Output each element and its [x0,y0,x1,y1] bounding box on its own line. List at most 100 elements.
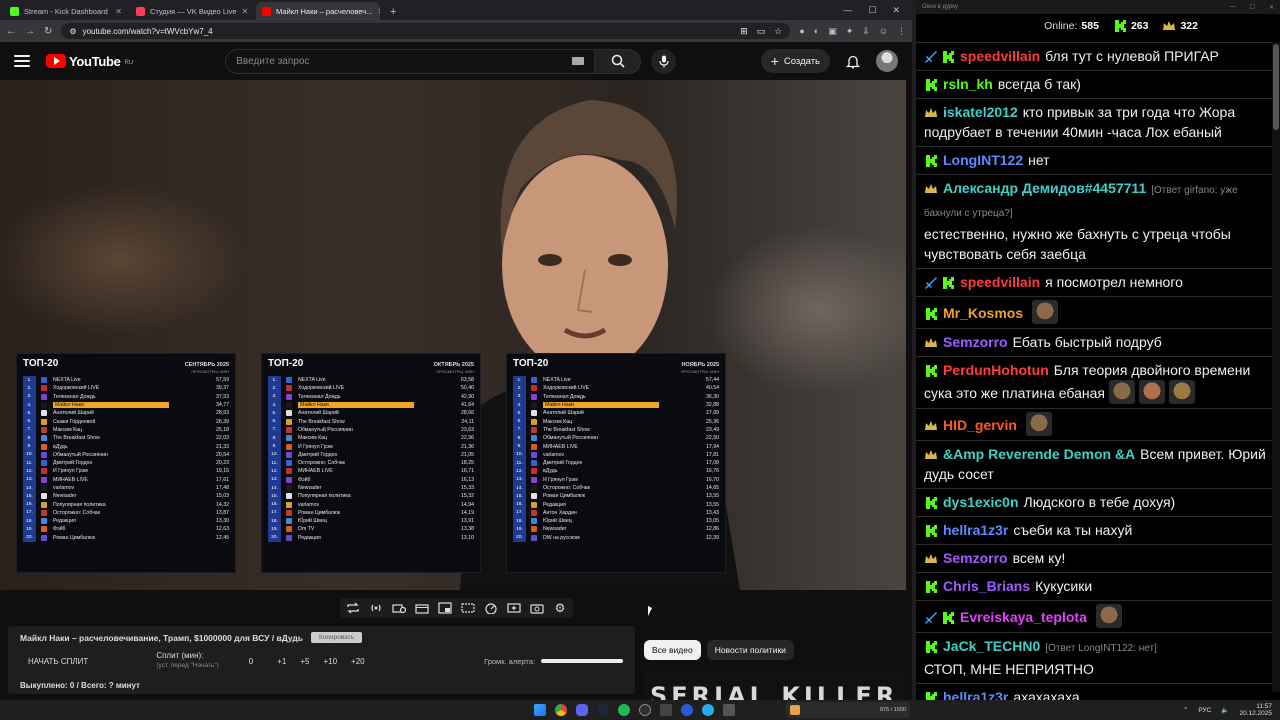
profile-icon[interactable]: ☺ [879,26,888,37]
close-window-icon[interactable]: ✕ [1269,4,1274,11]
channel-icon [531,518,537,525]
extension-icon[interactable]: ▣ [828,26,837,37]
close-icon[interactable]: ✕ [242,7,249,16]
keyboard-icon[interactable] [572,57,585,65]
clapper-icon[interactable] [415,602,429,614]
menu-hamburger-icon[interactable] [14,55,30,67]
tab-kick-dashboard[interactable]: Stream - Kick Dashboard ✕ [4,2,128,20]
forward-icon[interactable]: → [25,26,35,37]
app-icon[interactable] [660,704,672,716]
rank-number: 11. [513,458,526,468]
miniplayer-icon[interactable] [438,602,452,614]
site-info-icon[interactable]: ⚙ [69,27,76,36]
spotify-icon[interactable] [618,704,630,716]
chat-username[interactable]: hellra1z3r [943,689,1008,700]
user-badges [924,419,938,433]
back-icon[interactable]: ← [6,26,16,37]
volume-icon[interactable]: 🔈 [1221,706,1229,714]
start-split-button[interactable]: НАЧАТЬ СПЛИТ [20,655,96,668]
windows-start-icon[interactable] [534,704,546,716]
close-window-icon[interactable]: ✕ [892,5,900,16]
chrome-icon[interactable] [555,704,567,716]
menu-dots-icon[interactable]: ⋮ [897,26,906,37]
copy-button[interactable]: Копировать [311,632,363,643]
loop-icon[interactable] [346,602,360,614]
add-5-button[interactable]: +5 [300,657,309,666]
channel-name: Антон Хардин [543,509,577,516]
tab-vk-studio[interactable]: Студия — VK Видео Live ✕ [130,2,254,20]
add-20-button[interactable]: +20 [351,657,365,666]
chip-all-videos[interactable]: Все видео [644,640,701,660]
close-icon[interactable]: ✕ [377,7,380,16]
chat-username[interactable]: Mr_Kosmos [943,305,1023,321]
extension-icons: ● ◐ ▣ ✦ ⇩ ☺ ⋮ [799,26,906,37]
new-tab-button[interactable]: + [382,6,404,20]
install-icon[interactable]: ⊞ [740,26,748,37]
voice-search-button[interactable] [651,48,677,74]
app-icon[interactable] [723,704,735,716]
chat-username[interactable]: &Amp Reverende Demon &A [943,446,1135,462]
speed-gauge-icon[interactable] [484,602,498,614]
chat-username[interactable]: PerdunHohotun [943,362,1049,378]
add-10-button[interactable]: +10 [323,657,337,666]
chat-username[interactable]: speedvillain [960,274,1040,290]
chat-username[interactable]: speedvillain [960,48,1040,64]
notifications-bell-icon[interactable] [846,54,860,69]
chat-username[interactable]: rsln_kh [943,76,993,92]
views-value: 13,43 [706,509,719,516]
chat-username[interactable]: JaCk_TECHN0 [943,638,1040,654]
screenshot-icon[interactable] [530,602,544,614]
extension-icon[interactable]: ● [799,26,804,37]
settings-gear-icon[interactable]: ⚙ [553,601,567,615]
camera-reel-icon[interactable] [392,602,406,614]
download-icon[interactable]: ⇩ [862,26,870,37]
broadcast-icon[interactable] [369,602,383,614]
minimize-icon[interactable]: — [843,5,852,16]
chat-username[interactable]: HID_gervin [943,417,1017,433]
chat-username[interactable]: Chris_Brians [943,578,1030,594]
telegram-icon[interactable] [702,704,714,716]
chat-username[interactable]: Александр Демидов#4457711 [943,180,1146,196]
obs-icon[interactable] [639,704,651,716]
avatar[interactable] [876,50,898,72]
tray-chevron-icon[interactable]: ⌃ [1183,706,1188,714]
chat-username[interactable]: LongINT122 [943,152,1023,168]
youtube-logo[interactable]: YouTube RU [46,54,133,69]
clock[interactable]: 11:57 20.12.2025 [1239,703,1272,717]
create-button[interactable]: + Создать [760,49,830,73]
steam-icon[interactable] [597,704,609,716]
search-input[interactable]: Введите запрос [225,48,596,74]
maximize-icon[interactable]: ☐ [1250,4,1255,11]
language-indicator[interactable]: РУС [1198,707,1211,714]
game-widget[interactable]: 875 / 1500 [786,702,910,718]
cast-icon[interactable]: ▭ [757,26,766,37]
minimize-icon[interactable]: — [1230,4,1236,11]
extensions-puzzle-icon[interactable]: ✦ [846,26,854,37]
chat-username[interactable]: Semzorro [943,334,1008,350]
bookmark-star-icon[interactable]: ☆ [774,26,782,37]
add-clip-icon[interactable] [507,602,521,614]
channel-name: Телеканал Дождь [298,393,341,400]
chat-scrollbar[interactable] [1272,42,1280,692]
add-1-button[interactable]: +1 [277,657,286,666]
video-player[interactable]: ТОП-20 СЕНТЯБРЬ 2025 ПРОСМОТРЫ, МЛН 1. NEX… [0,80,906,590]
chat-username[interactable]: Evreiskaya_teplota [960,609,1087,625]
chip-politics-news[interactable]: Новости политики [706,640,794,660]
channel-name: Редакция [543,501,566,508]
chat-username[interactable]: iskatel2012 [943,104,1018,120]
tab-youtube-video[interactable]: Майкл Наки – расчеловеч... ✕ [256,2,380,20]
extension-icon[interactable]: ◐ [814,26,819,37]
chat-username[interactable]: Semzorro [943,550,1008,566]
chat-username[interactable]: dys1exic0n [943,494,1019,510]
chat-username[interactable]: hellra1z3r [943,522,1008,538]
search-button[interactable] [595,48,642,74]
reload-icon[interactable]: ↻ [44,26,52,37]
media-player-icon[interactable] [681,704,693,716]
close-icon[interactable]: ✕ [115,7,122,16]
discord-icon[interactable] [576,704,588,716]
theater-icon[interactable] [461,602,475,614]
volume-slider[interactable] [541,659,623,663]
address-bar[interactable]: ⚙ youtube.com/watch?v=tWVcbYw7_4 ⊞ ▭ ☆ [61,23,791,39]
maximize-icon[interactable]: ☐ [868,5,876,16]
recommended-thumbnail[interactable]: SERIAL KILLER [644,672,906,700]
